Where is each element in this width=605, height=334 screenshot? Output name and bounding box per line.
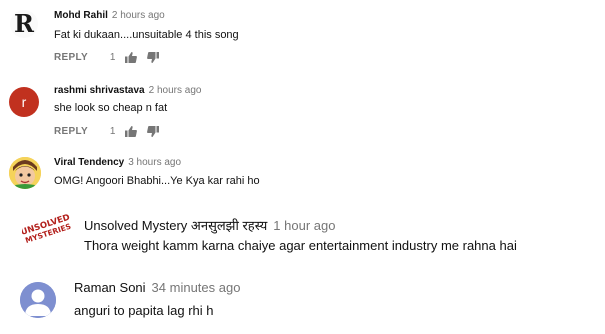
thumbs-up-icon[interactable] — [125, 52, 138, 63]
unsolved-mysteries-logo-icon: UNSOLVED MYSTERIES — [20, 213, 72, 245]
svg-text:r: r — [22, 94, 27, 110]
svg-text:R: R — [14, 9, 35, 38]
comment-text: Thora weight kamm karna chaiye agar ente… — [84, 238, 517, 253]
comment-item: Raman Soni 34 minutes ago anguri to papit… — [0, 272, 605, 332]
reply-button[interactable]: REPLY — [54, 126, 88, 137]
avatar[interactable] — [20, 282, 56, 318]
comment-item: UNSOLVED MYSTERIES Unsolved Mystery अनसु… — [0, 208, 605, 266]
thumbs-down-icon[interactable] — [147, 52, 160, 63]
thumbs-up-icon[interactable] — [125, 126, 138, 137]
reply-button[interactable]: REPLY — [54, 52, 88, 63]
avatar[interactable]: R — [9, 9, 39, 39]
cartoon-face-avatar-icon — [9, 157, 41, 189]
comment-actions: REPLY 1 — [54, 52, 160, 63]
comment-item: Viral Tendency 3 hours ago OMG! Angoori B… — [0, 150, 605, 200]
comment-author[interactable]: Mohd Rahil — [54, 10, 108, 21]
comment-item: R Mohd Rahil 2 hours ago Fat ki dukaan...… — [0, 0, 605, 68]
letter-avatar-icon: r — [22, 94, 27, 110]
like-count: 1 — [109, 126, 116, 137]
comment-header: rashmi shrivastava 2 hours ago — [54, 85, 201, 96]
channel-logo[interactable]: UNSOLVED MYSTERIES — [20, 213, 72, 246]
comment-author[interactable]: Viral Tendency — [54, 157, 124, 168]
comment-text: anguri to papita lag rhi h — [74, 303, 214, 318]
avatar[interactable] — [9, 157, 41, 189]
comment-header: Mohd Rahil 2 hours ago — [54, 10, 165, 21]
comment-timestamp[interactable]: 2 hours ago — [112, 10, 165, 21]
comment-text: OMG! Angoori Bhabhi...Ye Kya kar rahi ho — [54, 175, 260, 187]
comment-author[interactable]: Raman Soni — [74, 280, 146, 295]
avatar[interactable]: r — [9, 87, 39, 117]
comment-author[interactable]: rashmi shrivastava — [54, 85, 145, 96]
comment-item: r rashmi shrivastava 2 hours ago she look… — [0, 78, 605, 146]
comment-header: Viral Tendency 3 hours ago — [54, 157, 181, 168]
comment-text: Fat ki dukaan....unsuitable 4 this song — [54, 29, 239, 41]
like-count: 1 — [109, 52, 116, 63]
default-user-avatar-icon — [20, 282, 56, 318]
comment-timestamp[interactable]: 2 hours ago — [149, 85, 202, 96]
gothic-r-logo-icon: R — [10, 9, 38, 38]
comment-timestamp[interactable]: 1 hour ago — [273, 218, 335, 233]
comment-header: Raman Soni 34 minutes ago — [74, 280, 240, 295]
comment-text: she look so cheap n fat — [54, 102, 168, 114]
thumbs-down-icon[interactable] — [147, 126, 160, 137]
comment-author[interactable]: Unsolved Mystery अनसुलझी रहस्य — [84, 218, 267, 233]
comment-timestamp[interactable]: 34 minutes ago — [152, 280, 241, 295]
comment-header: Unsolved Mystery अनसुलझी रहस्य 1 hour ago — [84, 216, 335, 234]
comment-timestamp[interactable]: 3 hours ago — [128, 157, 181, 168]
comment-actions: REPLY 1 — [54, 126, 160, 137]
